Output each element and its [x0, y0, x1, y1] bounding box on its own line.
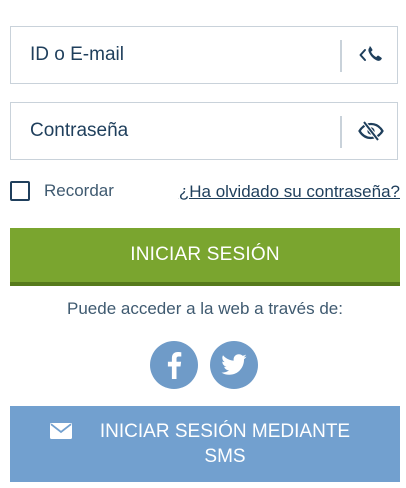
twitter-icon[interactable]	[210, 341, 258, 389]
forgot-password-link[interactable]: ¿Ha olvidado su contraseña?	[179, 182, 400, 202]
facebook-icon[interactable]	[150, 341, 198, 389]
sms-login-button[interactable]: INICIAR SESIÓN MEDIANTE SMS	[10, 406, 400, 482]
field-divider	[340, 40, 342, 72]
social-buttons	[150, 341, 258, 389]
envelope-icon	[50, 423, 72, 439]
remember-checkbox[interactable]: Recordar	[10, 181, 114, 201]
sms-login-label: INICIAR SESIÓN MEDIANTE SMS	[99, 421, 351, 467]
eye-slash-icon[interactable]	[344, 103, 398, 159]
id-email-placeholder: ID o E-mail	[30, 44, 124, 65]
phone-back-icon[interactable]	[344, 27, 398, 83]
checkbox-box[interactable]	[10, 181, 30, 201]
password-field[interactable]: Contraseña	[10, 102, 398, 160]
field-divider	[340, 116, 342, 148]
password-placeholder: Contraseña	[30, 120, 129, 141]
login-button[interactable]: INICIAR SESIÓN	[10, 228, 400, 286]
id-email-field[interactable]: ID o E-mail	[10, 26, 398, 84]
remember-label: Recordar	[44, 181, 114, 200]
social-caption: Puede acceder a la web a través de:	[67, 299, 343, 318]
